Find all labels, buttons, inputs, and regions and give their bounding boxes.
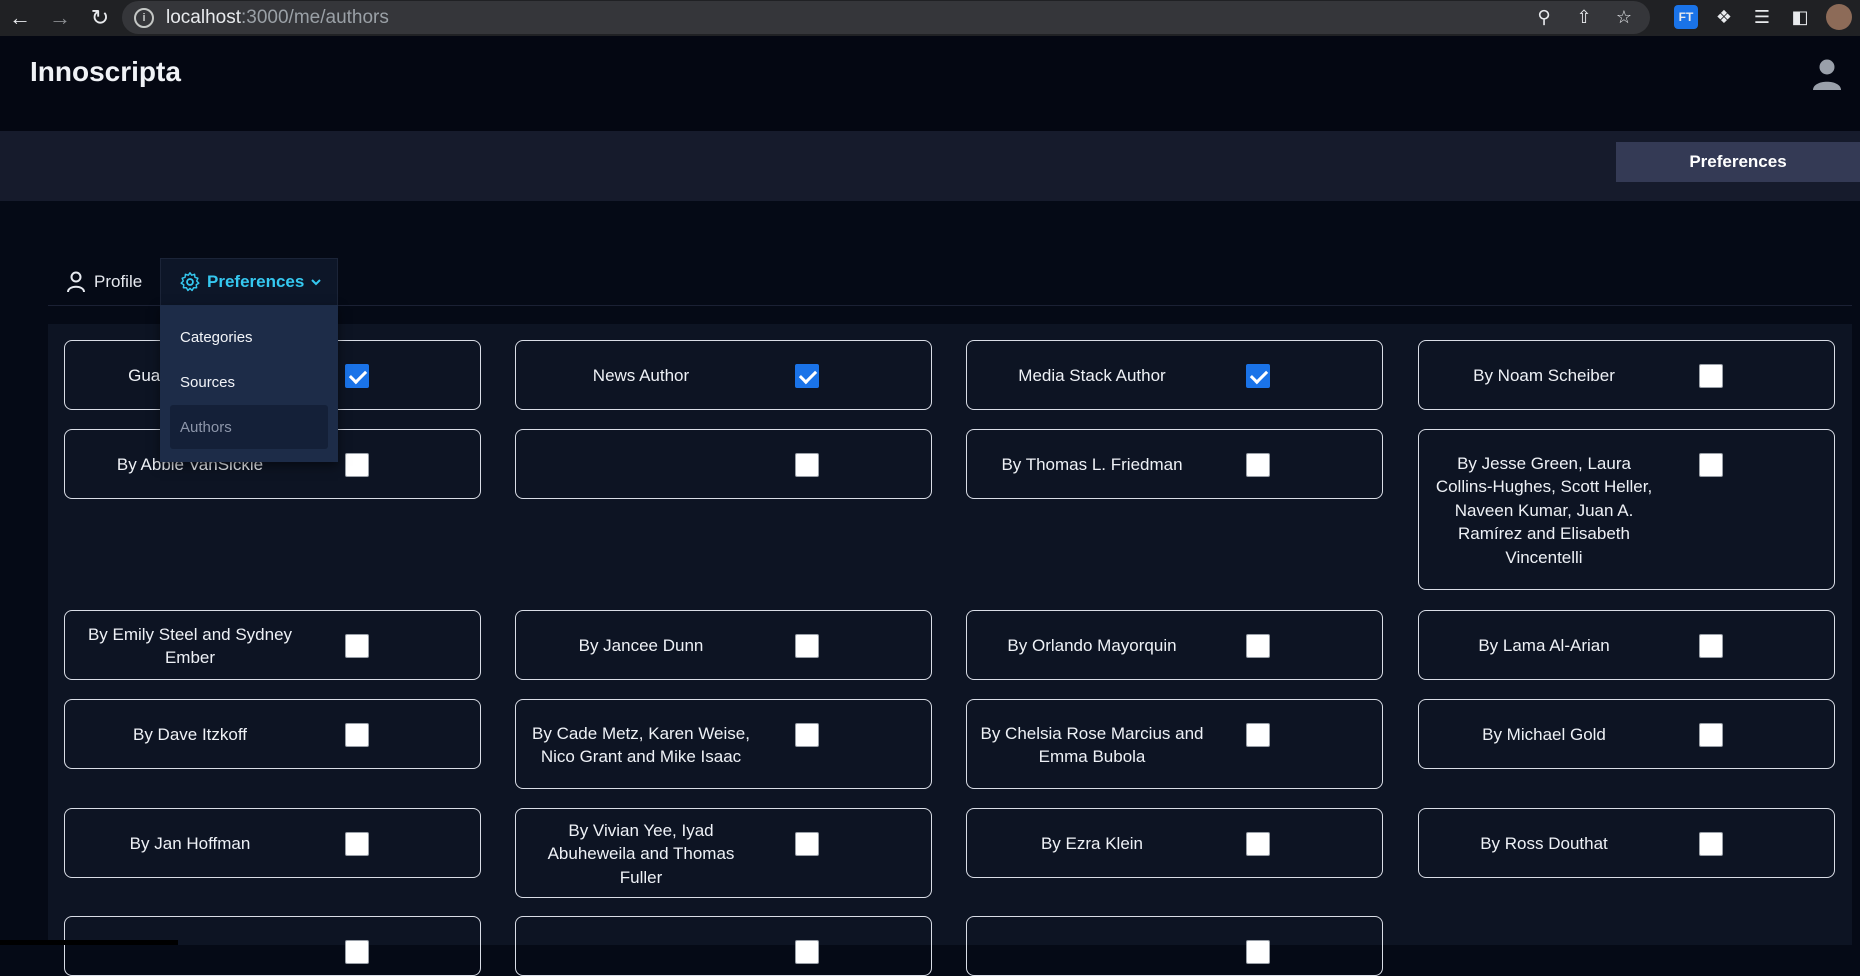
- author-checkbox[interactable]: [1246, 940, 1270, 964]
- author-checkbox[interactable]: [795, 453, 819, 477]
- browser-profile-avatar[interactable]: [1826, 4, 1852, 30]
- author-name: By Orlando Mayorquin: [1007, 636, 1177, 655]
- url-host: localhost: [166, 6, 241, 28]
- author-name: By Chelsia Rose Marcius and Emma Bubola: [980, 723, 1204, 767]
- author-card[interactable]: [966, 916, 1383, 976]
- back-icon[interactable]: ←: [0, 0, 40, 36]
- author-card[interactable]: By Chelsia Rose Marcius and Emma Bubola: [966, 699, 1383, 789]
- bookmark-star-icon[interactable]: ☆: [1612, 6, 1636, 30]
- author-checkbox[interactable]: [1699, 453, 1723, 477]
- author-checkbox[interactable]: [795, 723, 819, 747]
- menu-item-authors[interactable]: Authors: [170, 405, 328, 449]
- author-checkbox[interactable]: [795, 940, 819, 964]
- app-header: Innoscripta: [0, 36, 1860, 131]
- header-preferences-button[interactable]: Preferences: [1616, 142, 1860, 182]
- author-checkbox[interactable]: [345, 723, 369, 747]
- reading-list-icon[interactable]: ☰: [1750, 5, 1774, 29]
- author-checkbox[interactable]: [1699, 364, 1723, 388]
- author-card[interactable]: By Vivian Yee, Iyad Abuheweila and Thoma…: [515, 808, 932, 898]
- brand-logo[interactable]: Innoscripta: [30, 56, 181, 88]
- author-checkbox[interactable]: [345, 453, 369, 477]
- author-card[interactable]: By Noam Scheiber: [1418, 340, 1835, 410]
- author-card[interactable]: By Jancee Dunn: [515, 610, 932, 680]
- author-checkbox[interactable]: [795, 832, 819, 856]
- author-name: By Cade Metz, Karen Weise, Nico Grant an…: [532, 723, 750, 767]
- author-checkbox[interactable]: [345, 364, 369, 388]
- forward-icon[interactable]: →: [40, 0, 80, 36]
- url-path: :3000/me/authors: [241, 6, 389, 28]
- site-info-icon[interactable]: i: [134, 7, 154, 28]
- person-icon: [67, 271, 85, 292]
- chevron-down-icon: [311, 279, 322, 286]
- settings-tabs: Profile Preferences: [48, 258, 1852, 306]
- author-card[interactable]: By Jan Hoffman: [64, 808, 481, 878]
- tab-profile-label: Profile: [94, 271, 143, 291]
- author-checkbox[interactable]: [795, 364, 819, 388]
- author-name: Media Stack Author: [1018, 366, 1166, 385]
- author-card[interactable]: By Orlando Mayorquin: [966, 610, 1383, 680]
- bottom-scroll-strip: [0, 940, 178, 945]
- author-checkbox[interactable]: [1699, 723, 1723, 747]
- zoom-icon[interactable]: ⚲: [1532, 6, 1556, 30]
- author-name: By Ross Douthat: [1480, 834, 1608, 853]
- author-card[interactable]: By Michael Gold: [1418, 699, 1835, 769]
- author-card[interactable]: By Ezra Klein: [966, 808, 1383, 878]
- author-checkbox[interactable]: [345, 634, 369, 658]
- share-icon[interactable]: ⇧: [1572, 6, 1596, 30]
- tab-preferences-label: Preferences: [207, 272, 305, 291]
- menu-item-categories[interactable]: Categories: [160, 317, 338, 357]
- preferences-dropdown: Categories Sources Authors: [160, 305, 338, 462]
- author-name: By Dave Itzkoff: [132, 725, 247, 744]
- author-name: By Jan Hoffman: [129, 834, 251, 853]
- author-name: By Emily Steel and Sydney Ember: [87, 624, 293, 668]
- author-name: News Author: [592, 366, 690, 385]
- author-card[interactable]: News Author: [515, 340, 932, 410]
- author-name: By Michael Gold: [1482, 725, 1606, 744]
- user-account-icon[interactable]: [1812, 58, 1842, 90]
- browser-toolbar: ← → ↻ i localhost:3000/me/authors ⚲ ⇧ ☆ …: [0, 0, 1860, 36]
- author-card[interactable]: By Jesse Green, Laura Collins-Hughes, Sc…: [1418, 429, 1835, 590]
- tab-preferences[interactable]: Preferences: [160, 258, 338, 305]
- author-name: By Jancee Dunn: [578, 636, 704, 655]
- url-text[interactable]: localhost:3000/me/authors: [166, 7, 389, 29]
- author-name: By Lama Al-Arian: [1478, 636, 1610, 655]
- author-name: By Ezra Klein: [1040, 834, 1144, 853]
- reload-icon[interactable]: ↻: [80, 0, 120, 36]
- author-checkbox[interactable]: [795, 634, 819, 658]
- author-checkbox[interactable]: [1699, 832, 1723, 856]
- sub-header-bar: [0, 131, 1860, 201]
- author-checkbox[interactable]: [1246, 453, 1270, 477]
- author-card[interactable]: By Thomas L. Friedman: [966, 429, 1383, 499]
- tab-profile[interactable]: Profile: [66, 258, 142, 305]
- author-checkbox[interactable]: [1699, 634, 1723, 658]
- author-card[interactable]: By Lama Al-Arian: [1418, 610, 1835, 680]
- author-name: By Noam Scheiber: [1473, 366, 1615, 385]
- author-card[interactable]: By Emily Steel and Sydney Ember: [64, 610, 481, 680]
- author-checkbox[interactable]: [1246, 723, 1270, 747]
- menu-item-sources[interactable]: Sources: [160, 362, 338, 402]
- author-card[interactable]: [64, 916, 481, 976]
- side-panel-icon[interactable]: ◧: [1788, 5, 1812, 29]
- author-checkbox[interactable]: [1246, 364, 1270, 388]
- author-card[interactable]: Media Stack Author: [966, 340, 1383, 410]
- author-card[interactable]: [515, 429, 932, 499]
- author-card[interactable]: By Dave Itzkoff: [64, 699, 481, 769]
- author-checkbox[interactable]: [345, 940, 369, 964]
- author-checkbox[interactable]: [345, 832, 369, 856]
- gear-icon: [180, 272, 200, 292]
- author-name: By Vivian Yee, Iyad Abuheweila and Thoma…: [547, 820, 735, 887]
- author-name: By Jesse Green, Laura Collins-Hughes, Sc…: [1435, 453, 1653, 567]
- extension-badge-icon[interactable]: FT: [1674, 5, 1698, 29]
- author-card[interactable]: By Cade Metz, Karen Weise, Nico Grant an…: [515, 699, 932, 789]
- author-card[interactable]: By Ross Douthat: [1418, 808, 1835, 878]
- extensions-puzzle-icon[interactable]: ❖: [1712, 5, 1736, 29]
- author-checkbox[interactable]: [1246, 832, 1270, 856]
- address-bar[interactable]: i localhost:3000/me/authors ⚲ ⇧ ☆: [122, 1, 1650, 34]
- author-checkbox[interactable]: [1246, 634, 1270, 658]
- author-card[interactable]: [515, 916, 932, 976]
- author-name: By Thomas L. Friedman: [1001, 455, 1183, 474]
